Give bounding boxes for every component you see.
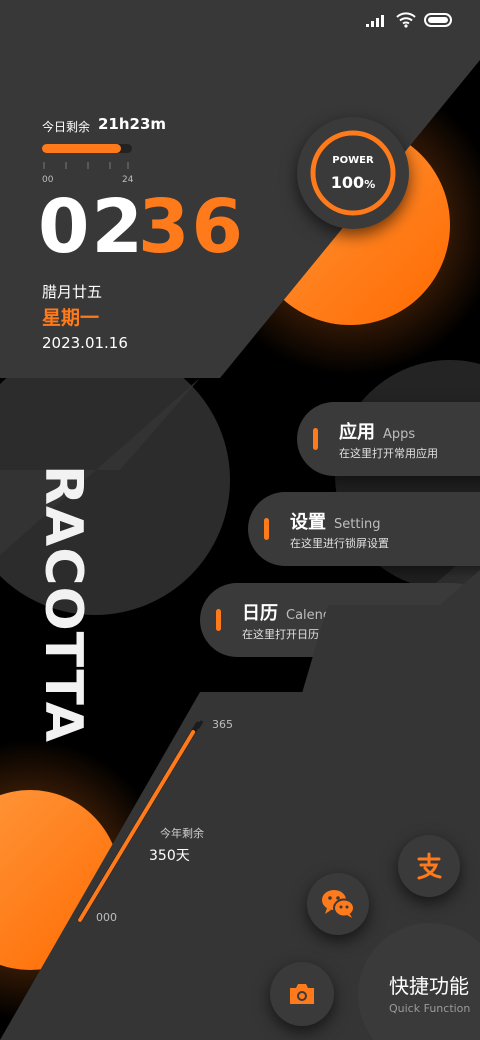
year-remaining-value: 350天 <box>149 848 190 864</box>
camera-icon <box>290 984 314 1004</box>
quick-function-title[interactable]: 快捷功能 <box>389 970 469 999</box>
battery-icon <box>424 13 452 27</box>
today-remaining-label: 今日剩余 <box>42 120 91 134</box>
apps-title-row: 应用 Apps <box>339 418 415 444</box>
power-widget[interactable]: POWER 100% <box>297 117 409 229</box>
alipay-button[interactable] <box>398 835 460 897</box>
power-value: 100 <box>330 173 365 192</box>
today-progress-fill <box>42 144 122 153</box>
shortcut-apps[interactable]: 应用 Apps 在这里打开常用应用 <box>297 402 480 476</box>
wechat-button[interactable] <box>307 873 369 935</box>
camera-button[interactable] <box>270 962 334 1026</box>
shortcut-calendar[interactable]: 日历 Calende 在这里打开日历 <box>200 583 480 657</box>
setting-title-en: Setting <box>334 517 381 532</box>
apps-title-en: Apps <box>383 427 416 442</box>
full-date: 2023.01.16 <box>42 334 128 352</box>
setting-title-row: 设置 Setting <box>290 508 381 534</box>
clock-minutes: 36 <box>138 184 245 270</box>
today-remaining-value: 21h23m <box>98 115 167 133</box>
calendar-accent-bar <box>216 609 221 631</box>
brand-vertical-text: RACOTTA <box>33 465 93 743</box>
lunar-date: 腊月廿五 <box>42 283 103 301</box>
alipay-icon <box>417 852 442 880</box>
weekday: 星期一 <box>42 307 100 329</box>
setting-accent-bar <box>264 518 269 540</box>
today-progress-track <box>42 144 132 153</box>
year-max-label: 365 <box>212 718 233 731</box>
wechat-icon <box>322 890 355 918</box>
wifi-icon <box>396 12 416 28</box>
setting-title: 设置 <box>290 512 326 533</box>
quick-function-subtitle: Quick Function <box>389 1002 471 1015</box>
signal-bars-icon <box>366 15 384 27</box>
power-label: POWER <box>332 155 374 166</box>
today-scale-ticks <box>43 162 129 169</box>
lock-screen: 今日剩余 21h23m 00 24 02 36 腊月廿五 星期一 2023.01… <box>0 0 480 1040</box>
apps-accent-bar <box>313 428 318 450</box>
calendar-title: 日历 <box>242 603 278 624</box>
year-min-label: 000 <box>96 911 117 924</box>
year-remaining-label: 今年剩余 <box>160 827 204 840</box>
status-bar <box>366 12 452 28</box>
shortcut-setting[interactable]: 设置 Setting 在这里进行锁屏设置 <box>248 492 480 566</box>
apps-title: 应用 <box>339 422 375 443</box>
clock-hours: 02 <box>38 184 145 270</box>
calendar-title-en: Calende <box>286 608 340 623</box>
calendar-title-row: 日历 Calende <box>242 599 339 625</box>
power-value-row: 100% <box>297 173 409 192</box>
apps-subtitle: 在这里打开常用应用 <box>339 447 438 460</box>
power-unit: % <box>364 178 376 191</box>
setting-subtitle: 在这里进行锁屏设置 <box>290 537 389 550</box>
calendar-subtitle: 在这里打开日历 <box>242 628 319 641</box>
